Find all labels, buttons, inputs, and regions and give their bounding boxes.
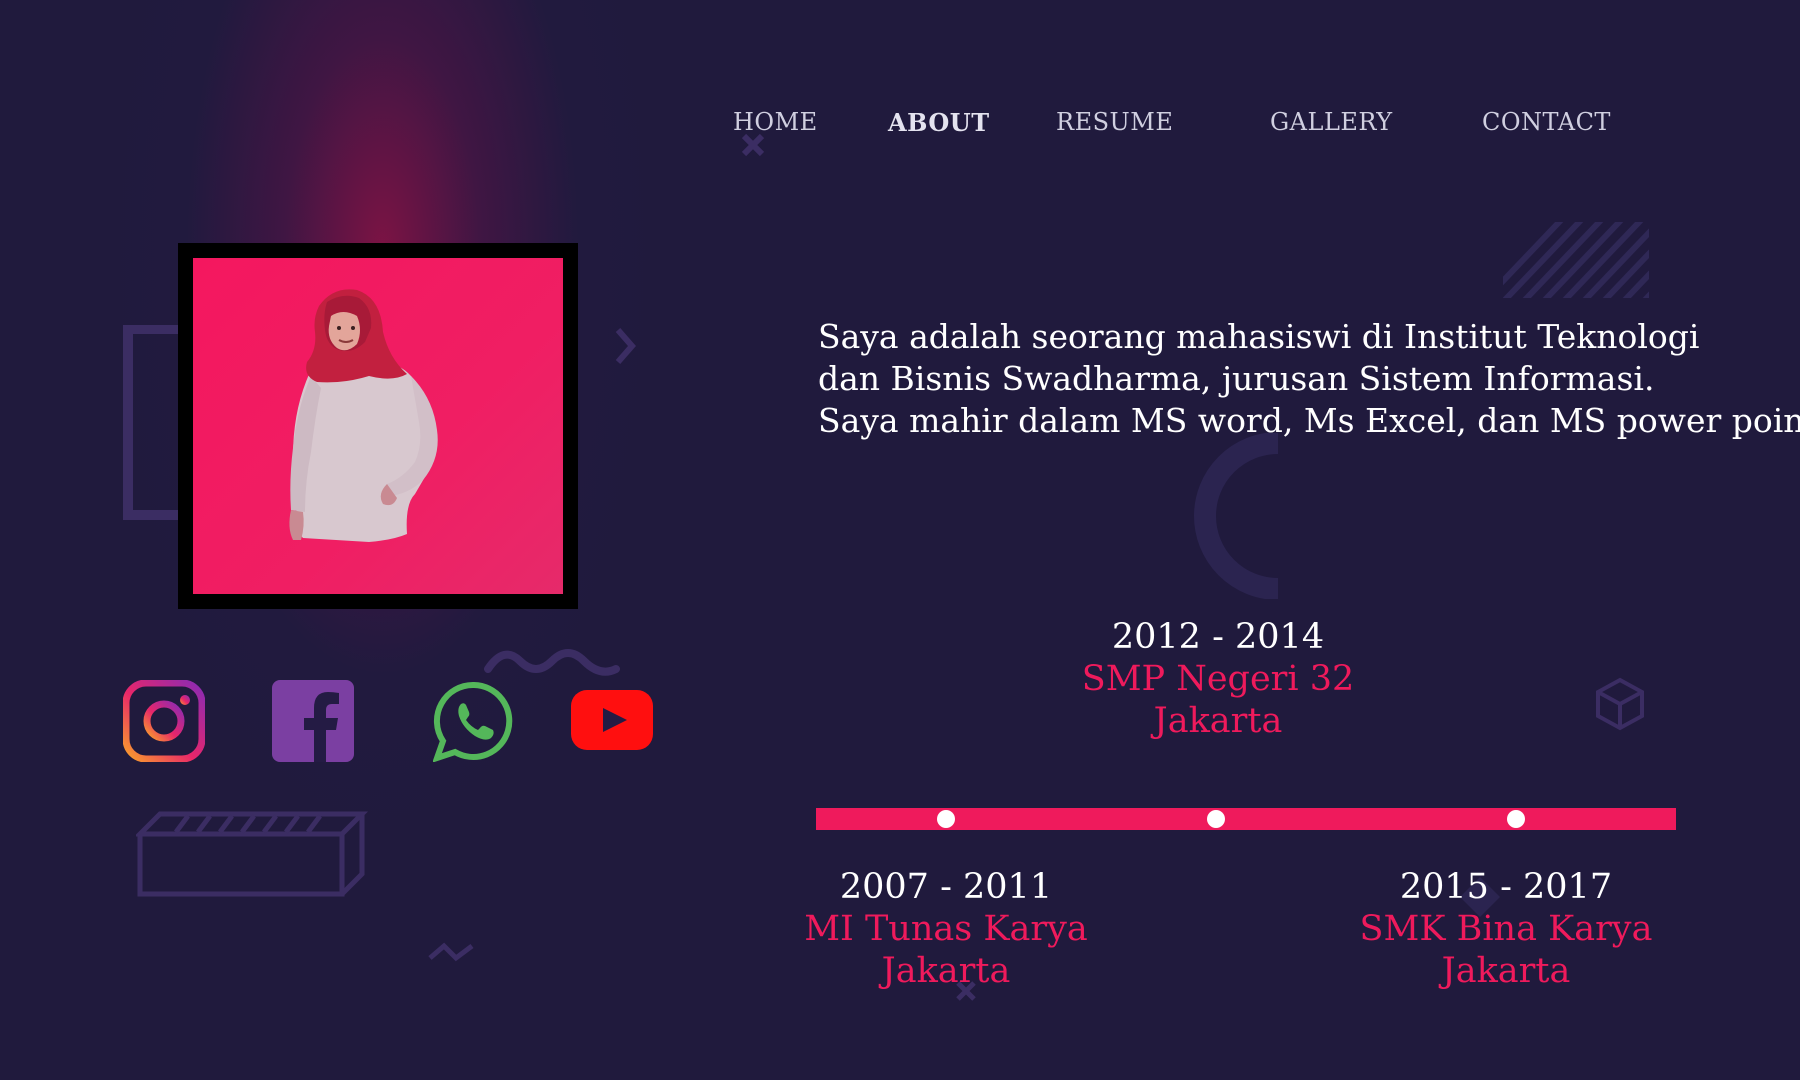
- facebook-icon: [272, 680, 354, 762]
- profile-photo: [193, 258, 563, 594]
- education-school: SMP Negeri 32: [1081, 659, 1355, 699]
- whatsapp-link[interactable]: [432, 680, 515, 763]
- person-figure: [289, 289, 438, 542]
- chevron-right-decoration: [615, 328, 636, 364]
- education-city: Jakarta: [1153, 701, 1283, 741]
- education-years: 2012 - 2014: [1111, 617, 1325, 657]
- education-school: MI Tunas Karya: [804, 909, 1088, 949]
- education-item-smp: 2012 - 2014 SMP Negeri 32 Jakarta: [1038, 616, 1398, 742]
- facebook-link[interactable]: [272, 680, 354, 762]
- instagram-icon: [122, 679, 206, 763]
- wave-decoration: [484, 649, 620, 676]
- timeline-dot: [1207, 810, 1225, 828]
- about-line: Saya adalah seorang mahasiswi di Institu…: [818, 317, 1700, 356]
- nav-about[interactable]: ABOUT: [888, 108, 990, 137]
- main-nav: HOME ABOUT RESUME GALLERY CONTACT: [0, 108, 1800, 138]
- timeline-dot: [1507, 810, 1525, 828]
- hatch-pattern-decoration: [1503, 222, 1649, 298]
- hexagon-cube-decoration: [1596, 677, 1644, 731]
- education-city: Jakarta: [1441, 951, 1571, 991]
- education-school: SMK Bina Karya: [1359, 909, 1653, 949]
- youtube-icon: [571, 690, 653, 750]
- nav-home[interactable]: HOME: [733, 108, 818, 136]
- about-line: dan Bisnis Swadharma, jurusan Sistem Inf…: [818, 359, 1655, 398]
- profile-photo-frame: [178, 243, 578, 609]
- box-3d-decoration: [136, 811, 368, 897]
- education-years: 2015 - 2017: [1399, 867, 1613, 907]
- education-item-mi: 2007 - 2011 MI Tunas Karya Jakarta: [766, 866, 1126, 992]
- youtube-link[interactable]: [571, 680, 653, 762]
- about-description: Saya adalah seorang mahasiswi di Institu…: [818, 316, 1800, 442]
- education-years: 2007 - 2011: [839, 867, 1053, 907]
- timeline-dot: [937, 810, 955, 828]
- education-city: Jakarta: [881, 951, 1011, 991]
- instagram-link[interactable]: [122, 679, 206, 763]
- about-line: Saya mahir dalam MS word, Ms Excel, dan …: [818, 401, 1800, 440]
- zigzag-decoration: [428, 942, 474, 962]
- education-item-smk: 2015 - 2017 SMK Bina Karya Jakarta: [1326, 866, 1686, 992]
- nav-resume[interactable]: RESUME: [1056, 108, 1173, 136]
- half-ring-decoration: [1194, 433, 1279, 599]
- nav-gallery[interactable]: GALLERY: [1270, 108, 1393, 136]
- nav-contact[interactable]: CONTACT: [1482, 108, 1611, 136]
- whatsapp-icon: [432, 681, 513, 763]
